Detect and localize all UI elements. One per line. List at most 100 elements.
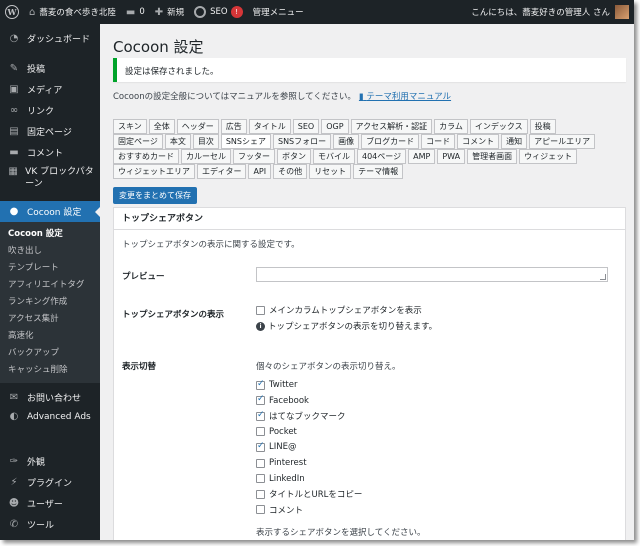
tab[interactable]: カルーセル [181, 149, 231, 164]
tab[interactable]: 画像 [333, 134, 360, 149]
tab[interactable]: ブログカード [361, 134, 420, 149]
submenu-item[interactable]: 吹き出し [0, 243, 100, 260]
submenu-item[interactable]: テンプレート [0, 260, 100, 277]
media-icon: ▣ [9, 84, 19, 95]
sidebar-item-users[interactable]: ☻ ユーザー [0, 493, 100, 514]
share-button-option[interactable]: Facebook [256, 394, 309, 407]
tab[interactable]: 404ページ [357, 149, 407, 164]
share-checkbox[interactable] [256, 441, 265, 452]
sidebar-item-pin[interactable]: ✎ 投稿 [0, 58, 100, 79]
sidebar-item-label: リンク [27, 107, 55, 117]
sidebar-item-comment[interactable]: ▬ コメント [0, 142, 100, 163]
tab[interactable]: リセット [309, 164, 352, 179]
share-button-option[interactable]: タイトルとURLをコピー [256, 488, 362, 500]
seo-menu[interactable]: SEO! [189, 0, 247, 24]
tab[interactable]: モバイル [313, 149, 355, 164]
tab[interactable]: エディター [197, 164, 247, 179]
sidebar-item-settings[interactable]: ▦設定 [0, 535, 100, 540]
sidebar-item-link[interactable]: ∞ リンク [0, 100, 100, 121]
share-button-option[interactable]: LINE@ [256, 441, 296, 453]
share-button-option[interactable]: LinkedIn [256, 473, 305, 485]
tab[interactable]: タイトル [248, 119, 291, 134]
tab[interactable]: 通知 [501, 134, 528, 149]
sidebar-item-blocks[interactable]: ▦ VK ブロックパターン [0, 163, 100, 197]
tab[interactable]: ウィジェットエリア [113, 164, 195, 179]
sidebar-item-mail[interactable]: ✉ お問い合わせ [0, 387, 100, 408]
share-checkbox[interactable] [256, 474, 265, 484]
site-name: 蕎麦の食べ歩き北陸 [39, 8, 116, 18]
share-checkbox[interactable] [256, 410, 265, 421]
sidebar-item-appearance[interactable]: ✑ 外観 [0, 451, 100, 472]
submenu-item[interactable]: Cocoon 設定 [0, 226, 100, 243]
share-button-option[interactable]: コメント [256, 504, 303, 516]
sidebar-item-cocoon-settings[interactable]: ● Cocoon 設定 [0, 201, 100, 222]
tab[interactable]: API [248, 164, 272, 179]
sidebar-item-dashboard[interactable]: ◔ ダッシュボード [0, 28, 100, 49]
preview-textarea[interactable] [256, 267, 608, 282]
tab[interactable]: アピールエリア [529, 134, 596, 149]
tab[interactable]: スキン [113, 119, 147, 134]
display-checkbox-row[interactable]: メインカラムトップシェアボタンを表示 [256, 304, 422, 316]
tab[interactable]: アクセス解析・認証 [350, 119, 433, 134]
share-checkbox[interactable] [256, 394, 265, 406]
wp-logo-menu[interactable]: W [0, 0, 24, 24]
tab[interactable]: 広告 [220, 119, 247, 134]
display-checkbox[interactable] [256, 305, 265, 315]
tab[interactable]: ボタン [277, 149, 311, 164]
tab[interactable]: 管理者画面 [467, 149, 518, 164]
tab[interactable]: テーマ情報 [353, 164, 404, 179]
tab[interactable]: その他 [273, 164, 308, 179]
comments-link[interactable]: ▬ 0 [121, 0, 150, 24]
tab[interactable]: 固定ページ [113, 134, 163, 149]
wordpress-logo-icon: W [5, 5, 19, 19]
tab[interactable]: コメント [457, 134, 500, 149]
tab[interactable]: カラム [434, 119, 468, 134]
share-checkbox[interactable] [256, 458, 265, 468]
sidebar-item-plugin[interactable]: ⚡ プラグイン [0, 472, 100, 493]
submenu-item[interactable]: キャッシュ削除 [0, 362, 100, 379]
tab[interactable]: AMP [408, 149, 436, 164]
tab[interactable]: 目次 [192, 134, 219, 149]
share-button-option[interactable]: Twitter [256, 379, 298, 391]
page-title: Cocoon 設定 [113, 38, 204, 56]
submenu-item[interactable]: ランキング作成 [0, 294, 100, 311]
share-checkbox[interactable] [256, 489, 265, 499]
sidebar-item-media[interactable]: ▣ メディア [0, 79, 100, 100]
submenu-item[interactable]: バックアップ [0, 345, 100, 362]
share-checkbox[interactable] [256, 379, 265, 390]
tab[interactable]: コード [421, 134, 456, 149]
tab[interactable]: 全体 [148, 119, 175, 134]
share-button-option[interactable]: Pinterest [256, 457, 307, 469]
account-menu[interactable]: こんにちは、蕎麦好きの管理人 さん [466, 0, 634, 24]
tab[interactable]: ヘッダー [176, 119, 219, 134]
manual-link[interactable]: ▮ テーマ利用マニュアル [359, 92, 451, 102]
share-button-option[interactable]: はてなブックマーク [256, 410, 346, 422]
tab[interactable]: SNSシェア [220, 134, 271, 149]
submenu-item[interactable]: アフィリエイトタグ [0, 277, 100, 294]
tab[interactable]: フッター [233, 149, 275, 164]
share-checkbox[interactable] [256, 505, 265, 515]
save-all-button[interactable]: 変更をまとめて保存 [113, 187, 197, 204]
sidebar-item-page[interactable]: ▤ 固定ページ [0, 121, 100, 142]
submenu-item[interactable]: 高速化 [0, 328, 100, 345]
share-button-option[interactable]: Pocket [256, 426, 297, 438]
share-option-label: はてなブックマーク [269, 412, 346, 423]
tab[interactable]: SEO [292, 119, 320, 134]
share-checkbox[interactable] [256, 427, 265, 437]
tab[interactable]: ウィジェット [519, 149, 578, 164]
tab[interactable]: OGP [321, 119, 349, 134]
sidebar-item-tools[interactable]: ✆ ツール [0, 514, 100, 535]
new-content-menu[interactable]: ✚ 新規 [150, 0, 189, 24]
site-name-link[interactable]: ⌂ 蕎麦の食べ歩き北陸 [24, 0, 121, 24]
sidebar-item-ads[interactable]: ◐ Advanced Ads [0, 408, 100, 442]
admin-menu-link[interactable]: 管理メニュー [248, 0, 309, 24]
tab[interactable]: PWA [437, 149, 466, 164]
tab[interactable]: SNSフォロー [272, 134, 332, 149]
tab[interactable]: 投稿 [529, 119, 556, 134]
tab[interactable]: インデックス [469, 119, 528, 134]
sidebar-item-label: Cocoon 設定 [27, 208, 82, 218]
submenu-item[interactable]: アクセス集計 [0, 311, 100, 328]
tab[interactable]: 本文 [164, 134, 191, 149]
sidebar-item-label: メディア [27, 86, 63, 96]
tab[interactable]: おすすめカード [113, 149, 179, 164]
